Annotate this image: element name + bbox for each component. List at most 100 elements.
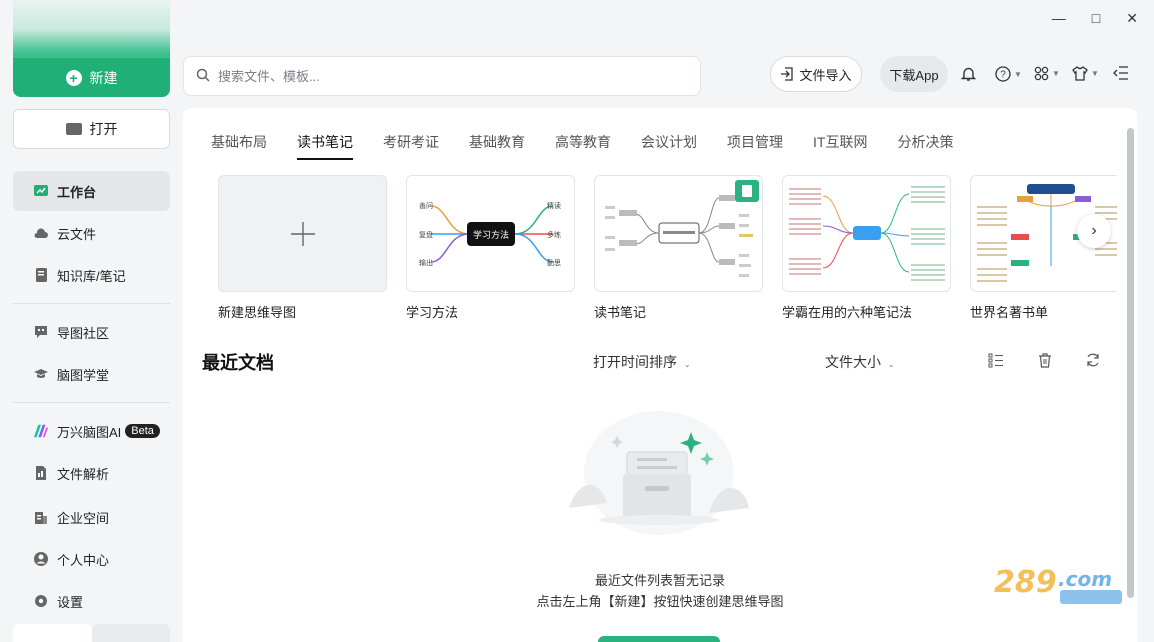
mode-tabs bbox=[13, 624, 170, 642]
cloud-icon bbox=[33, 225, 49, 241]
svg-text:.com: .com bbox=[1058, 567, 1112, 591]
template-thumb[interactable] bbox=[594, 175, 763, 292]
open-button-label: 打开 bbox=[89, 121, 118, 137]
list-view-icon[interactable] bbox=[988, 352, 1006, 370]
plus-icon: + bbox=[65, 69, 82, 86]
ai-logo-icon bbox=[33, 423, 49, 439]
template-thumb[interactable]: 学习方法 善问 复盘 输出 精读 多练 勤思 bbox=[406, 175, 575, 292]
beta-badge: Beta bbox=[125, 424, 160, 438]
size-label: 文件大小 bbox=[825, 354, 881, 370]
file-size-dropdown[interactable]: 文件大小 ⌄ bbox=[825, 352, 895, 372]
refresh-icon[interactable] bbox=[1085, 352, 1103, 370]
mindmap-preview bbox=[605, 180, 759, 277]
scrollbar[interactable] bbox=[1127, 128, 1134, 598]
sidebar-divider bbox=[13, 402, 170, 403]
tab-analysis[interactable]: 分析决策 bbox=[897, 132, 953, 160]
recent-docs-title: 最近文档 bbox=[202, 353, 274, 373]
tab-it-internet[interactable]: IT互联网 bbox=[813, 132, 867, 160]
sidebar-item-label: 导图社区 bbox=[57, 325, 110, 341]
open-button[interactable]: 打开 bbox=[13, 109, 170, 149]
svg-text:?: ? bbox=[1000, 70, 1006, 81]
node: 多练 bbox=[547, 230, 561, 239]
file-parse-icon bbox=[33, 465, 49, 481]
carousel-next-button[interactable]: › bbox=[1077, 214, 1111, 248]
template-card-classics[interactable]: 世界名著书单 bbox=[970, 175, 1117, 321]
sidebar-item-label: 个人中心 bbox=[57, 552, 110, 568]
sidebar-item-label: 工作台 bbox=[57, 184, 97, 200]
chevron-down-icon: ⌄ bbox=[887, 360, 895, 369]
mode-tab[interactable] bbox=[91, 624, 170, 642]
close-icon[interactable]: ✕ bbox=[1126, 10, 1138, 27]
tab-basic-layout[interactable]: 基础布局 bbox=[211, 132, 267, 160]
sidebar-item-ai[interactable]: 万兴脑图AI Beta bbox=[13, 411, 170, 451]
template-card-six-notes[interactable]: 学霸在用的六种笔记法 bbox=[782, 175, 951, 321]
sidebar-item-parse[interactable]: 文件解析 bbox=[13, 453, 170, 493]
new-button-label: 新建 bbox=[89, 69, 118, 86]
maximize-icon[interactable]: □ bbox=[1092, 10, 1100, 27]
template-label: 读书笔记 bbox=[594, 305, 647, 320]
new-button[interactable]: + 新建 bbox=[13, 58, 170, 97]
sidebar-item-label: 知识库/笔记 bbox=[57, 268, 126, 284]
folder-icon bbox=[65, 123, 82, 135]
file-import-label: 文件导入 bbox=[799, 67, 852, 83]
import-icon bbox=[780, 67, 794, 81]
download-app-button[interactable]: 下载App bbox=[880, 56, 948, 92]
chat-icon bbox=[33, 324, 49, 340]
theme-shirt-icon[interactable]: ▼ bbox=[1072, 66, 1099, 81]
tab-meeting-plan[interactable]: 会议计划 bbox=[641, 132, 697, 160]
sidebar-item-cloud[interactable]: 云文件 bbox=[13, 213, 170, 253]
apps-grid-icon[interactable]: ▼ bbox=[1034, 66, 1060, 81]
sidebar-item-academy[interactable]: 脑图学堂 bbox=[13, 354, 170, 394]
bell-icon[interactable] bbox=[961, 66, 976, 82]
chevron-down-icon: ⌄ bbox=[683, 360, 691, 369]
sidebar-item-knowledge[interactable]: 知识库/笔记 bbox=[13, 255, 170, 295]
sidebar-item-workbench[interactable]: 工作台 bbox=[13, 171, 170, 211]
tab-basic-education[interactable]: 基础教育 bbox=[469, 132, 525, 160]
template-label: 学习方法 bbox=[406, 305, 459, 320]
collapse-menu-icon[interactable] bbox=[1113, 66, 1129, 80]
template-category-tabs: 基础布局 读书笔记 考研考证 基础教育 高等教育 会议计划 项目管理 IT互联网… bbox=[211, 132, 953, 160]
search-box[interactable] bbox=[183, 56, 701, 96]
workbench-icon bbox=[33, 183, 49, 199]
template-label: 学霸在用的六种笔记法 bbox=[782, 305, 913, 320]
graduation-cap-icon bbox=[33, 366, 49, 382]
sidebar-item-settings[interactable]: 设置 bbox=[13, 581, 170, 621]
template-thumb[interactable] bbox=[782, 175, 951, 292]
template-card-reading-notes[interactable]: 读书笔记 bbox=[594, 175, 763, 321]
sidebar-item-label: 设置 bbox=[57, 594, 84, 610]
sidebar-item-community[interactable]: 导图社区 bbox=[13, 312, 170, 352]
node: 输出 bbox=[419, 258, 433, 267]
sidebar-item-profile[interactable]: 个人中心 bbox=[13, 539, 170, 579]
tab-reading-notes[interactable]: 读书笔记 bbox=[297, 132, 353, 160]
sidebar-item-label: 万兴脑图AI bbox=[57, 424, 122, 440]
node: 精读 bbox=[547, 201, 561, 210]
sidebar-item-enterprise[interactable]: 企业空间 bbox=[13, 497, 170, 537]
tab-exam[interactable]: 考研考证 bbox=[383, 132, 439, 160]
mode-tab[interactable] bbox=[13, 624, 92, 642]
sort-by-open-time-dropdown[interactable]: 打开时间排序 ⌄ bbox=[593, 352, 691, 372]
chevron-right-icon: › bbox=[1091, 222, 1097, 239]
search-input[interactable] bbox=[218, 68, 618, 84]
sort-label: 打开时间排序 bbox=[593, 354, 677, 370]
file-import-button[interactable]: 文件导入 bbox=[770, 56, 862, 92]
center-node: 学习方法 bbox=[473, 229, 509, 240]
sidebar-item-label: 企业空间 bbox=[57, 510, 110, 526]
mindmap-preview: 学习方法 善问 复盘 输出 精读 多练 勤思 bbox=[419, 201, 561, 267]
template-card-new[interactable]: 新建思维导图 bbox=[218, 175, 387, 321]
new-banner[interactable]: + 新建 bbox=[13, 0, 170, 97]
help-icon[interactable]: ? ▼ bbox=[995, 66, 1022, 82]
sidebar-divider bbox=[13, 303, 170, 304]
node: 勤思 bbox=[547, 258, 561, 267]
user-icon bbox=[33, 551, 49, 567]
node: 复盘 bbox=[419, 230, 433, 239]
trash-icon[interactable] bbox=[1037, 352, 1055, 370]
create-new-button[interactable] bbox=[598, 636, 720, 642]
template-label: 新建思维导图 bbox=[218, 305, 297, 320]
template-card-study-method[interactable]: 学习方法 善问 复盘 输出 精读 多练 勤思 学习方法 bbox=[406, 175, 575, 321]
tab-higher-education[interactable]: 高等教育 bbox=[555, 132, 611, 160]
new-mindmap-thumb[interactable] bbox=[218, 175, 387, 292]
minimize-icon[interactable]: — bbox=[1052, 10, 1066, 27]
notebook-icon bbox=[33, 267, 49, 283]
plus-icon bbox=[290, 221, 315, 246]
tab-project-management[interactable]: 项目管理 bbox=[727, 132, 783, 160]
